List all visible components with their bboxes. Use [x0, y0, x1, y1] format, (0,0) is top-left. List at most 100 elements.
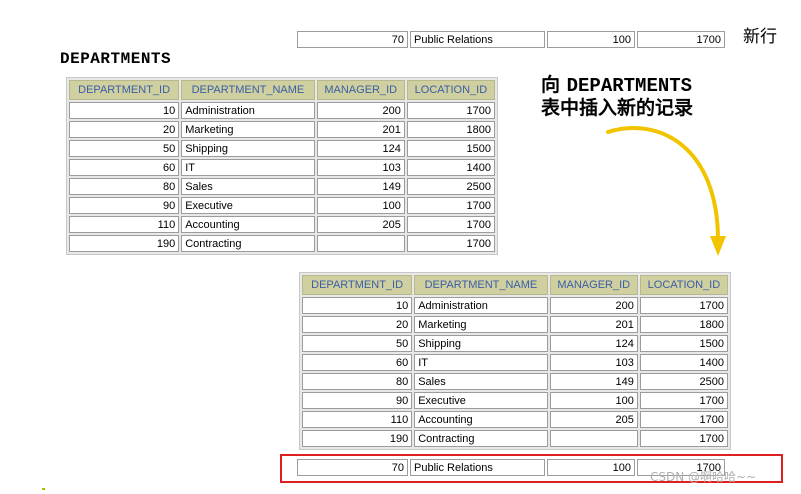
cell-manager-id: 100: [547, 31, 635, 48]
table-row: 90 Executive 100 1700: [302, 392, 728, 409]
table-row: 10 Administration 200 1700: [302, 297, 728, 314]
cell-department-name: Administration: [181, 102, 315, 119]
departments-table-result: DEPARTMENT_ID DEPARTMENT_NAME MANAGER_ID…: [299, 272, 731, 450]
col-header-department-id: DEPARTMENT_ID: [302, 275, 413, 295]
col-header-department-name: DEPARTMENT_NAME: [181, 80, 315, 100]
cell-manager-id: 201: [316, 121, 405, 138]
cell-manager-id: 149: [316, 178, 405, 195]
cell-department-id: 190: [302, 430, 413, 447]
cell-department-name: Contracting: [181, 235, 315, 252]
cell-department-id: 70: [297, 31, 408, 48]
cell-department-name: Shipping: [414, 335, 548, 352]
cell-department-name: IT: [181, 159, 315, 176]
cell-manager-id: [316, 235, 405, 252]
cell-department-name: Marketing: [414, 316, 548, 333]
cell-location-id: 1800: [406, 121, 495, 138]
cell-department-name: Accounting: [414, 411, 548, 428]
cell-department-name: Sales: [181, 178, 315, 195]
table-row: 110 Accounting 205 1700: [302, 411, 728, 428]
table-row: 190 Contracting 1700: [69, 235, 495, 252]
cell-department-name: Contracting: [414, 430, 548, 447]
table-body: 10 Administration 200 1700 20 Marketing 201 180…: [69, 102, 495, 252]
table-row: 60 IT 103 1400: [69, 159, 495, 176]
cell-department-id: 110: [302, 411, 413, 428]
table-body: 10 Administration 200 1700 20 Marketing 201 180…: [302, 297, 728, 447]
cell-location-id: 1400: [639, 354, 728, 371]
cell-department-name: Sales: [414, 373, 548, 390]
cell-manager-id: 205: [549, 411, 638, 428]
cell-location-id: 1700: [406, 235, 495, 252]
cell-manager-id: 103: [549, 354, 638, 371]
cell-location-id: 1700: [639, 297, 728, 314]
table-row: 110 Accounting 205 1700: [69, 216, 495, 233]
table-row: 190 Contracting 1700: [302, 430, 728, 447]
cell-department-id: 90: [69, 197, 180, 214]
cell-location-id: 1700: [639, 411, 728, 428]
cell-department-name: Public Relations: [410, 31, 545, 48]
table-row: 90 Executive 100 1700: [69, 197, 495, 214]
cell-location-id: 1700: [406, 197, 495, 214]
cell-department-id: 20: [69, 121, 180, 138]
cell-department-id: 20: [302, 316, 413, 333]
table-row: 20 Marketing 201 1800: [69, 121, 495, 138]
cell-location-id: 1400: [406, 159, 495, 176]
cell-location-id: 1500: [639, 335, 728, 352]
cell-department-name: Administration: [414, 297, 548, 314]
col-header-location-id: LOCATION_ID: [406, 80, 495, 100]
cell-location-id: 1700: [406, 216, 495, 233]
curved-arrow-icon: [606, 126, 726, 256]
cell-manager-id: 200: [316, 102, 405, 119]
cell-department-id: 80: [69, 178, 180, 195]
watermark: CSDN @啊哈哈~~: [650, 470, 757, 484]
cell-manager-id: 103: [316, 159, 405, 176]
cell-department-name: Accounting: [181, 216, 315, 233]
cell-location-id: 1800: [639, 316, 728, 333]
col-header-manager-id: MANAGER_ID: [316, 80, 405, 100]
cell-manager-id: [549, 430, 638, 447]
cell-department-id: 10: [302, 297, 413, 314]
caption-line-1: 向 DEPARTMENTS: [541, 74, 693, 97]
table-row: 20 Marketing 201 1800: [302, 316, 728, 333]
table-header-row: DEPARTMENT_ID DEPARTMENT_NAME MANAGER_ID…: [69, 80, 495, 100]
cell-department-name: Executive: [181, 197, 315, 214]
cell-manager-id: 200: [549, 297, 638, 314]
cell-department-id: 190: [69, 235, 180, 252]
cell-department-name: Executive: [414, 392, 548, 409]
cell-department-id: 60: [302, 354, 413, 371]
decorative-dot: [42, 488, 45, 490]
cell-manager-id: 201: [549, 316, 638, 333]
caption-line-2: 表中插入新的记录: [541, 97, 694, 119]
caption-table-name: DEPARTMENTS: [566, 75, 693, 97]
cell-department-id: 10: [69, 102, 180, 119]
col-header-department-name: DEPARTMENT_NAME: [414, 275, 548, 295]
cell-location-id: 2500: [639, 373, 728, 390]
caption-prefix: 向: [541, 74, 567, 96]
cell-location-id: 1500: [406, 140, 495, 157]
cell-location-id: 1700: [639, 430, 728, 447]
cell-department-id: 50: [302, 335, 413, 352]
cell-location-id: 2500: [406, 178, 495, 195]
departments-title: DEPARTMENTS: [60, 50, 172, 68]
cell-department-id: 60: [69, 159, 180, 176]
caption: 向 DEPARTMENTS 表中插入新的记录: [541, 74, 693, 119]
cell-manager-id: 205: [316, 216, 405, 233]
col-header-department-id: DEPARTMENT_ID: [69, 80, 180, 100]
cell-manager-id: 124: [316, 140, 405, 157]
cell-manager-id: 124: [549, 335, 638, 352]
table-header-row: DEPARTMENT_ID DEPARTMENT_NAME MANAGER_ID…: [302, 275, 728, 295]
cell-location-id: 1700: [406, 102, 495, 119]
table-row: 10 Administration 200 1700: [69, 102, 495, 119]
cell-department-id: 110: [69, 216, 180, 233]
cell-department-id: 70: [297, 459, 408, 476]
table-row: 50 Shipping 124 1500: [302, 335, 728, 352]
table-row: 80 Sales 149 2500: [302, 373, 728, 390]
cell-manager-id: 100: [316, 197, 405, 214]
cell-department-name: Shipping: [181, 140, 315, 157]
col-header-location-id: LOCATION_ID: [639, 275, 728, 295]
cell-department-id: 50: [69, 140, 180, 157]
departments-table-original: DEPARTMENT_ID DEPARTMENT_NAME MANAGER_ID…: [66, 77, 498, 255]
cell-location-id: 1700: [639, 392, 728, 409]
new-row-label: 新行: [743, 27, 777, 47]
cell-department-id: 80: [302, 373, 413, 390]
cell-manager-id: 100: [549, 392, 638, 409]
